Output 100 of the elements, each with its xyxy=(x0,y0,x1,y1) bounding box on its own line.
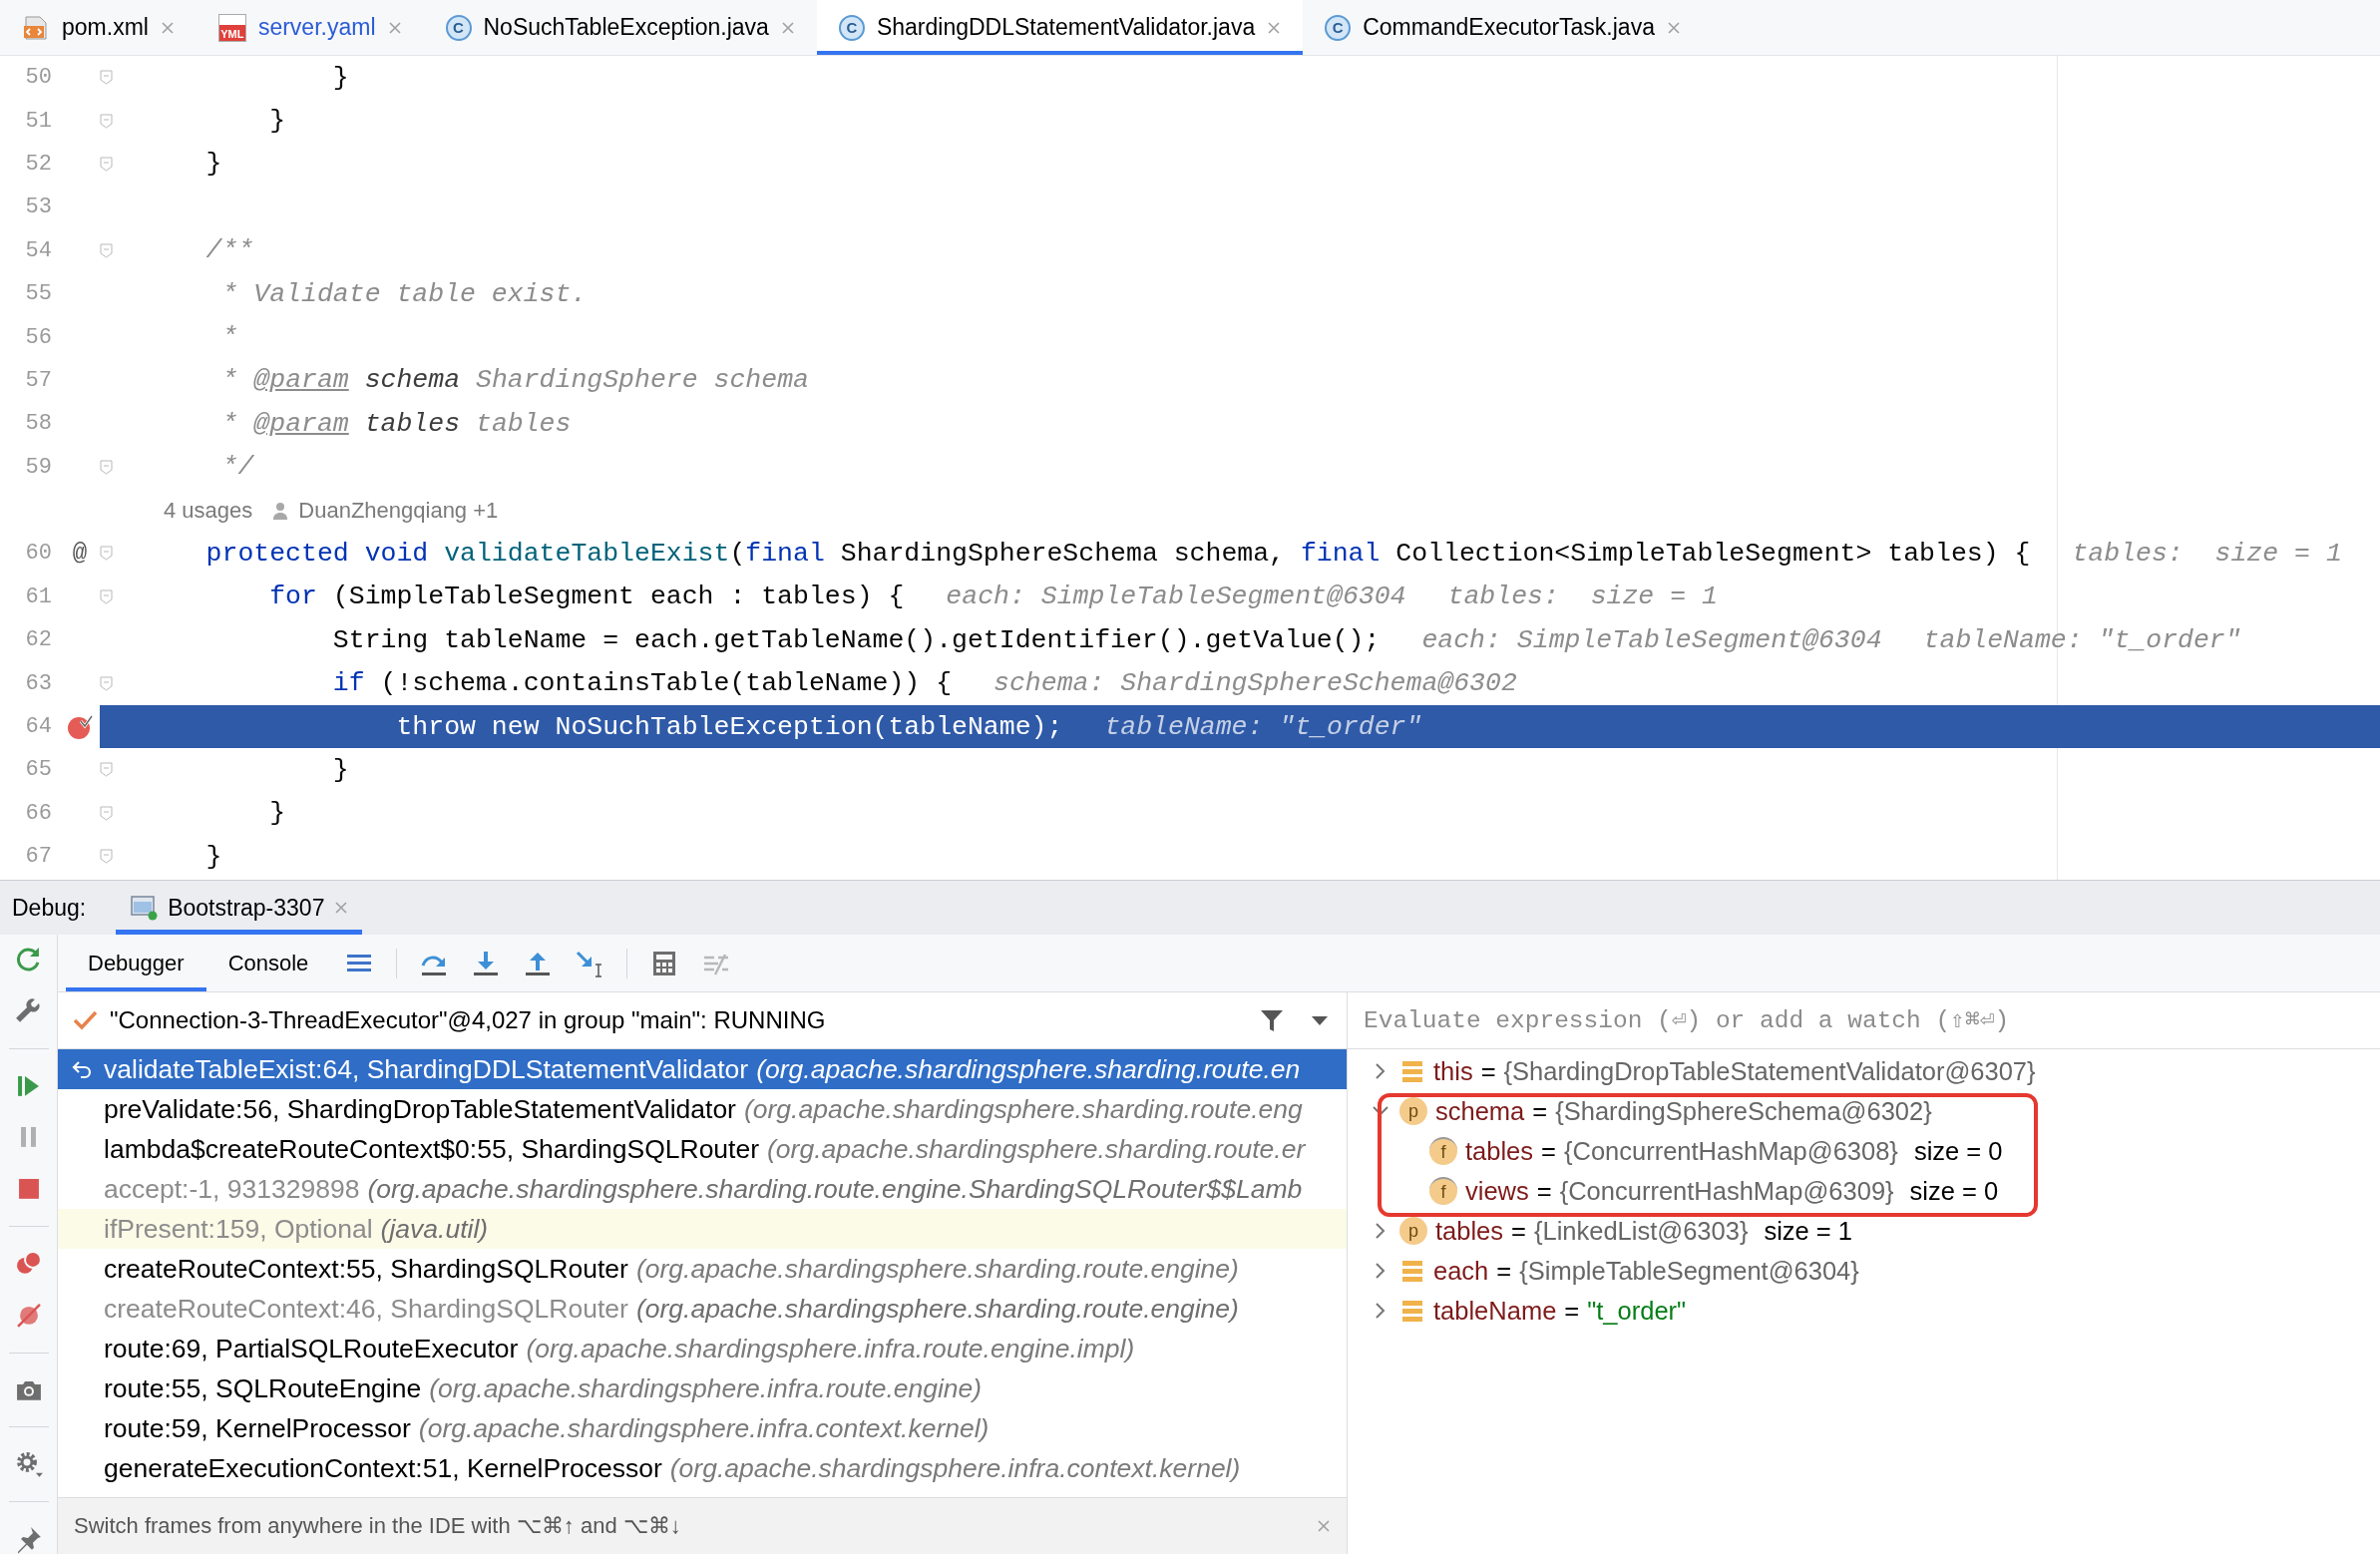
stack-frame-row[interactable]: createRouteContext:46, ShardingSQLRouter (org.apache.shardingsphere.sharding.route.engine) xyxy=(58,1289,1347,1329)
fold-marker-icon[interactable] xyxy=(100,113,113,129)
line-number: 64 xyxy=(24,714,53,740)
variable-value: {ShardingDropTableStatementValidator@6307} xyxy=(1503,1056,2036,1086)
line-number: 52 xyxy=(24,151,53,177)
variable-value: {ConcurrentHashMap@6308} xyxy=(1563,1136,1898,1166)
close-icon[interactable] xyxy=(334,901,349,915)
line-number: 62 xyxy=(24,627,53,653)
fold-marker-icon[interactable] xyxy=(100,805,113,821)
code-line: protected void validateTableExist(final ShardingSphereSchema schema, final Collection<SimpleTableSegment> tables) { xyxy=(204,539,2031,569)
line-number: 50 xyxy=(24,65,53,91)
variable-name: views xyxy=(1465,1176,1529,1206)
frame-method: validateTableExist:64, ShardingDDLStatementValidator xyxy=(104,1053,749,1085)
frame-package: (org.apache.shardingsphere.sharding.route.er xyxy=(767,1133,1306,1165)
editor-tab[interactable]: pom.xml xyxy=(0,0,197,55)
code-line: */ xyxy=(220,452,254,483)
stack-frame-row[interactable]: route:69, PartialSQLRouteExecutor (org.apache.shardingsphere.infra.route.engine.impl) xyxy=(58,1329,1347,1368)
variable-icon xyxy=(1399,1258,1425,1284)
frame-method: preValidate:56, ShardingDropTableStatementValidator xyxy=(104,1093,736,1125)
variable-size: size = 0 xyxy=(1913,1136,2003,1166)
stack-frame-row[interactable]: preValidate:56, ShardingDropTableStatementValidator (org.apache.shardingsphere.sharding.route.eng xyxy=(58,1089,1347,1129)
editor-tab[interactable]: YML server.yaml xyxy=(196,0,424,55)
close-icon[interactable] xyxy=(780,20,795,35)
close-icon[interactable] xyxy=(387,20,402,35)
frame-package: (org.apache.shardingsphere.infra.context.kernel) xyxy=(669,1452,1241,1484)
frame-package: (org.apache.shardingsphere.sharding.route.engine) xyxy=(635,1253,1239,1285)
fold-marker-icon[interactable] xyxy=(100,459,113,475)
equals-sign: = xyxy=(1536,1176,1552,1206)
debugger-tab[interactable]: Console xyxy=(205,935,331,991)
equals-sign: = xyxy=(1496,1256,1512,1286)
thread-selector[interactable]: "Connection-3-ThreadExecutor"@4,027 in group "main": RUNNING xyxy=(110,1006,1247,1034)
fold-marker-icon[interactable] xyxy=(100,70,113,86)
field-badge: f xyxy=(1429,1177,1457,1205)
frame-package: (org.apache.shardingsphere.sharding.route.engine.ShardingSQLRouter$$Lamb xyxy=(367,1173,1303,1205)
frame-package: (java.util) xyxy=(380,1213,489,1245)
inline-value-hint: tableName: "t_order" xyxy=(1923,624,2241,655)
class-icon: C xyxy=(445,14,472,41)
variable-name: schema xyxy=(1435,1096,1525,1126)
fold-marker-icon[interactable] xyxy=(100,156,113,172)
implements-marker[interactable]: @ xyxy=(60,540,100,568)
fold-marker-icon[interactable] xyxy=(100,675,113,691)
fold-marker-icon[interactable] xyxy=(100,546,113,562)
variable-size: size = 0 xyxy=(1909,1176,1999,1206)
line-number: 59 xyxy=(24,454,53,480)
line-number: 56 xyxy=(24,324,53,350)
code-line: for (SimpleTableSegment each : tables) { xyxy=(268,582,905,612)
author-hint: DuanZhengqiang +1 xyxy=(298,497,499,524)
editor-tab[interactable]: C ShardingDDLStatementValidator.java xyxy=(816,0,1304,55)
stack-frame-row[interactable]: lambda$createRouteContext$0:55, ShardingSQLRouter (org.apache.shardingsphere.sharding.route.er xyxy=(58,1129,1347,1169)
stack-frame-row[interactable]: accept:-1, 931329898 (org.apache.shardingsphere.sharding.route.engine.ShardingSQLRouter$$Lamb xyxy=(58,1169,1347,1209)
stack-frame-row[interactable]: ifPresent:159, Optional (java.util) xyxy=(58,1209,1347,1249)
editor-tab[interactable]: C CommandExecutorTask.java xyxy=(1303,0,1703,55)
debugger-tab[interactable]: Debugger xyxy=(66,935,206,991)
fold-marker-icon[interactable] xyxy=(100,849,113,865)
code-line: * Validate table exist. xyxy=(220,278,588,309)
code-line: } xyxy=(331,62,349,93)
close-icon[interactable] xyxy=(1317,1519,1331,1533)
variable-name: tables xyxy=(1465,1136,1534,1166)
fold-marker-icon[interactable] xyxy=(100,242,113,258)
frame-method: generateExecutionContext:51, KernelProcessor xyxy=(104,1452,662,1484)
stack-frame-row[interactable]: validateTableExist:64, ShardingDDLStatementValidator (org.apache.shardingsphere.sharding.route.en xyxy=(58,1049,1347,1089)
line-number: 54 xyxy=(24,237,53,263)
debug-label: Debug: xyxy=(12,893,87,923)
stack-frame-row[interactable]: route:59, KernelProcessor (org.apache.shardingsphere.infra.context.kernel) xyxy=(58,1408,1347,1448)
line-number: 60 xyxy=(24,541,53,567)
line-number: 57 xyxy=(24,367,53,393)
stack-frame-row[interactable]: generateExecutionContext:51, KernelProcessor (org.apache.shardingsphere.infra.context.kernel) xyxy=(58,1448,1347,1488)
frame-method: accept:-1, 931329898 xyxy=(104,1173,360,1205)
yaml-file-icon: YML xyxy=(217,13,246,42)
variable-value: {LinkedList@6303} xyxy=(1533,1216,1749,1246)
variable-icon xyxy=(1399,1298,1425,1324)
class-icon: C xyxy=(1325,14,1352,41)
code-line: * @param schema ShardingSphere schema xyxy=(220,365,809,396)
frame-package: (org.apache.shardingsphere.sharding.route.eng xyxy=(743,1093,1303,1125)
usages-hint[interactable]: 4 usages xyxy=(164,497,253,524)
parameter-badge: p xyxy=(1399,1217,1427,1245)
tip-text: Switch frames from anywhere in the IDE with ⌥⌘↑ and ⌥⌘↓ xyxy=(74,1513,682,1539)
editor-tab[interactable]: C NoSuchTableException.java xyxy=(423,0,817,55)
line-number: 53 xyxy=(24,194,53,220)
person-icon xyxy=(272,501,289,520)
stack-frame-row[interactable]: createRouteContext:55, ShardingSQLRouter (org.apache.shardingsphere.sharding.route.engine) xyxy=(58,1249,1347,1289)
inline-value-hint: schema: ShardingSphereSchema@6302 xyxy=(993,668,1517,699)
inline-value-hint: tables: size = 1 xyxy=(2072,539,2342,569)
stack-frame-row[interactable]: route:55, SQLRouteEngine (org.apache.shardingsphere.infra.route.engine) xyxy=(58,1368,1347,1408)
filter-icon[interactable] xyxy=(1259,1007,1285,1033)
variable-name: tableName xyxy=(1433,1296,1557,1326)
variable-name: each xyxy=(1433,1256,1489,1286)
code-line: } xyxy=(204,841,222,872)
close-icon[interactable] xyxy=(1267,20,1282,35)
close-icon[interactable] xyxy=(160,20,175,35)
variable-value: {ShardingSphereSchema@6302} xyxy=(1555,1096,1932,1126)
variable-name: this xyxy=(1433,1056,1473,1086)
frame-method: createRouteContext:55, ShardingSQLRouter xyxy=(104,1253,628,1285)
class-icon: C xyxy=(838,14,865,41)
variable-size: size = 1 xyxy=(1764,1216,1853,1246)
fold-marker-icon[interactable] xyxy=(100,588,113,604)
field-badge: f xyxy=(1429,1137,1457,1165)
fold-marker-icon[interactable] xyxy=(100,762,113,778)
close-icon[interactable] xyxy=(1666,20,1681,35)
frame-package: (org.apache.shardingsphere.infra.route.engine.impl) xyxy=(526,1333,1135,1364)
